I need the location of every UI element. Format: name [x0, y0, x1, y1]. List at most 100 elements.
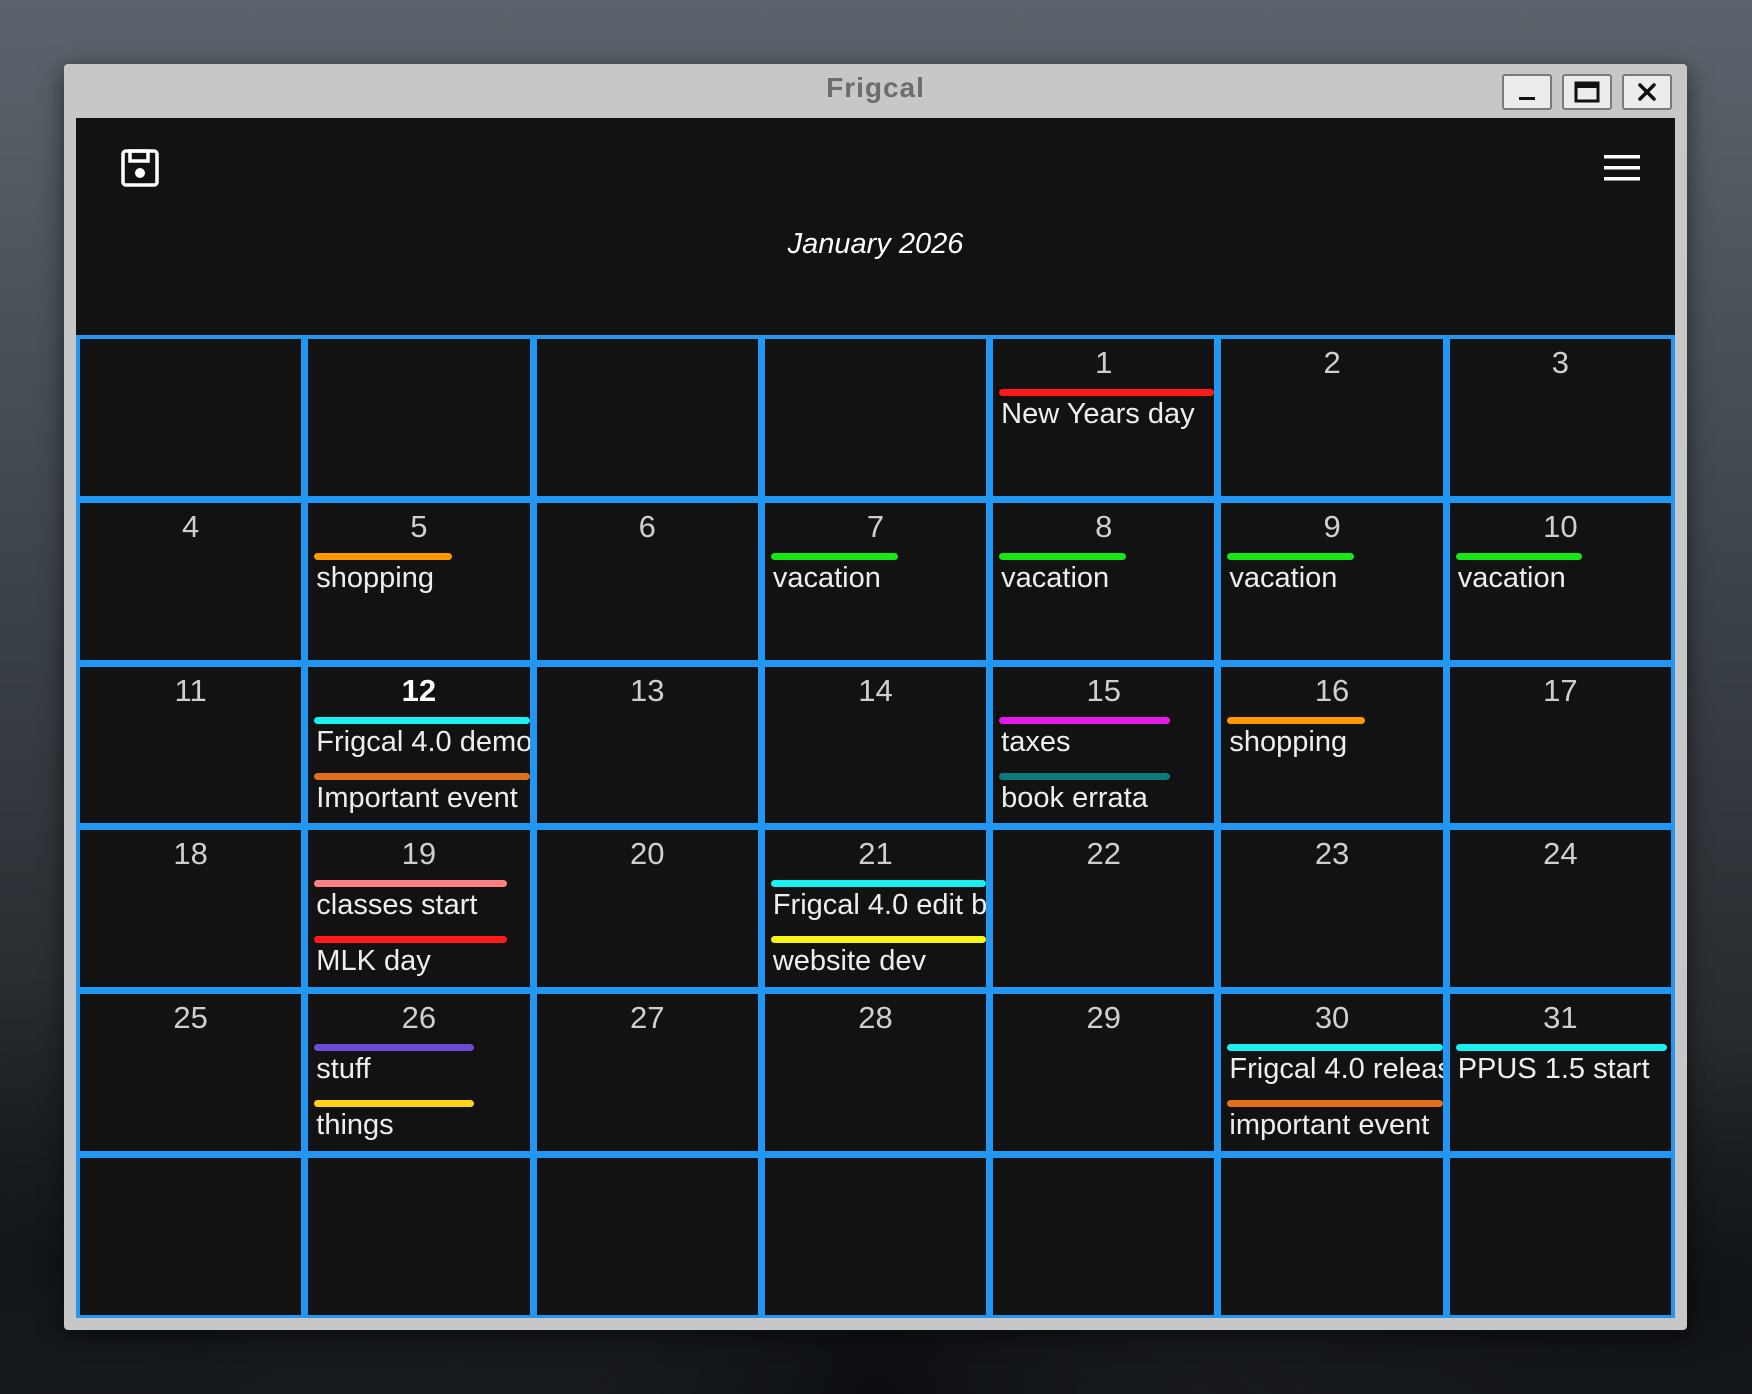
day-number: 1	[1095, 345, 1113, 380]
day-cell[interactable]: 18	[80, 830, 302, 988]
event-item[interactable]: Frigcal 4.0 edit b	[765, 872, 987, 928]
event-item[interactable]: vacation	[765, 545, 986, 601]
day-cell[interactable]: 4	[80, 502, 302, 660]
day-number	[308, 345, 529, 381]
day-cell[interactable]	[993, 1158, 1215, 1315]
event-item[interactable]: taxes	[993, 709, 1214, 765]
day-cell[interactable]	[536, 1158, 758, 1315]
event-item[interactable]: stuff	[308, 1036, 529, 1092]
event-list: Frigcal 4.0 edit b website dev	[765, 872, 987, 984]
save-icon[interactable]	[120, 148, 160, 188]
day-cell[interactable]: 14	[764, 666, 987, 824]
hamburger-menu-icon[interactable]	[1602, 151, 1642, 185]
day-cell[interactable]: 31 PPUS 1.5 start	[1449, 994, 1671, 1152]
event-item[interactable]: classes start	[308, 872, 529, 928]
event-color-bar	[314, 1044, 475, 1052]
title-bar[interactable]: Frigcal	[64, 64, 1687, 118]
day-number: 6	[638, 508, 656, 544]
day-number	[1450, 1164, 1671, 1200]
day-cell[interactable]: 23	[1221, 830, 1443, 988]
day-number: 18	[173, 836, 208, 872]
day-cell[interactable]: 30 Frigcal 4.0 releas important event	[1221, 994, 1443, 1152]
event-list: Frigcal 4.0 releas important event	[1221, 1036, 1443, 1148]
event-item[interactable]: vacation	[1221, 545, 1442, 601]
event-item[interactable]: shopping	[1221, 709, 1442, 765]
day-cell[interactable]: 19 classes start MLK day	[308, 830, 530, 988]
close-button[interactable]	[1622, 74, 1672, 110]
event-list: vacation	[1450, 545, 1671, 601]
day-cell[interactable]: 15 taxes book errata	[993, 666, 1215, 824]
day-number: 5	[410, 508, 428, 544]
day-cell[interactable]: 7 vacation	[764, 502, 987, 660]
event-item[interactable]: Frigcal 4.0 releas	[1221, 1036, 1443, 1092]
event-item[interactable]: things	[308, 1092, 529, 1148]
event-item[interactable]: vacation	[1450, 545, 1671, 601]
window-title: Frigcal	[826, 72, 925, 103]
day-cell[interactable]	[764, 1158, 987, 1315]
day-cell[interactable]: 8 vacation	[993, 502, 1215, 660]
day-cell[interactable]	[80, 339, 302, 496]
day-number	[537, 1164, 758, 1200]
day-number: 27	[629, 1000, 665, 1036]
day-cell[interactable]: 28	[764, 994, 987, 1152]
day-cell[interactable]: 10 vacation	[1449, 502, 1671, 660]
day-cell[interactable]: 11	[80, 666, 302, 824]
day-cell[interactable]	[1449, 1158, 1671, 1315]
day-cell[interactable]: 6	[536, 502, 758, 660]
event-item[interactable]: website dev	[765, 928, 987, 984]
event-color-bar	[1227, 1100, 1443, 1108]
day-cell[interactable]: 3	[1449, 339, 1671, 496]
day-cell[interactable]: 12 Frigcal 4.0 demo Important event	[308, 666, 530, 824]
event-item[interactable]: vacation	[993, 545, 1214, 601]
event-label: vacation	[772, 561, 881, 594]
day-cell[interactable]	[80, 1158, 302, 1315]
month-title[interactable]: January 2026	[76, 228, 1675, 261]
event-list: New Years day	[993, 381, 1215, 437]
day-cell[interactable]: 16 shopping	[1221, 666, 1443, 824]
day-cell[interactable]: 1 New Years day	[993, 339, 1215, 496]
day-cell[interactable]	[308, 339, 530, 496]
day-cell[interactable]	[308, 1158, 530, 1315]
day-cell[interactable]: 17	[1449, 666, 1671, 824]
event-list: Frigcal 4.0 demo Important event	[308, 709, 530, 821]
day-cell[interactable]: 20	[536, 830, 758, 988]
day-cell[interactable]: 29	[993, 994, 1215, 1152]
day-cell[interactable]	[536, 339, 758, 496]
event-item[interactable]: New Years day	[993, 381, 1215, 437]
day-cell[interactable]: 2	[1221, 339, 1443, 496]
event-item[interactable]: Important event	[308, 765, 530, 821]
day-cell[interactable]: 26 stuff things	[308, 994, 530, 1152]
event-label: website dev	[772, 945, 926, 978]
maximize-button[interactable]	[1562, 74, 1612, 110]
event-color-bar	[1455, 552, 1583, 560]
month-grid: 1 New Years day 2 3 4 5 shopping 6 7 vacation 8 vac…	[76, 335, 1675, 1318]
event-item[interactable]: PPUS 1.5 start	[1450, 1036, 1671, 1092]
event-label: vacation	[1457, 561, 1566, 594]
event-item[interactable]: Frigcal 4.0 demo	[308, 709, 530, 765]
event-list: PPUS 1.5 start	[1450, 1036, 1671, 1092]
event-item[interactable]: MLK day	[308, 928, 529, 984]
day-cell[interactable]: 5 shopping	[308, 502, 530, 660]
event-color-bar	[999, 389, 1215, 396]
day-cell[interactable]	[1221, 1158, 1443, 1315]
day-cell[interactable]: 13	[536, 666, 758, 824]
day-number: 20	[629, 836, 665, 872]
day-cell[interactable]: 22	[993, 830, 1215, 988]
day-cell[interactable]	[764, 339, 987, 496]
day-number	[80, 1164, 301, 1200]
day-cell[interactable]: 27	[536, 994, 758, 1152]
event-color-bar	[999, 716, 1171, 724]
day-cell[interactable]: 24	[1449, 830, 1671, 988]
minimize-button[interactable]	[1502, 74, 1552, 110]
day-number: 22	[1086, 836, 1122, 872]
event-item[interactable]: shopping	[308, 545, 529, 601]
day-cell[interactable]: 9 vacation	[1221, 502, 1443, 660]
event-item[interactable]: important event	[1221, 1092, 1443, 1148]
minimize-icon	[1519, 97, 1535, 100]
day-number	[308, 1164, 529, 1200]
event-label: taxes	[1001, 725, 1071, 758]
day-number: 19	[401, 836, 437, 872]
day-cell[interactable]: 25	[80, 994, 302, 1152]
day-cell[interactable]: 21 Frigcal 4.0 edit b website dev	[764, 830, 987, 988]
event-item[interactable]: book errata	[993, 765, 1214, 821]
